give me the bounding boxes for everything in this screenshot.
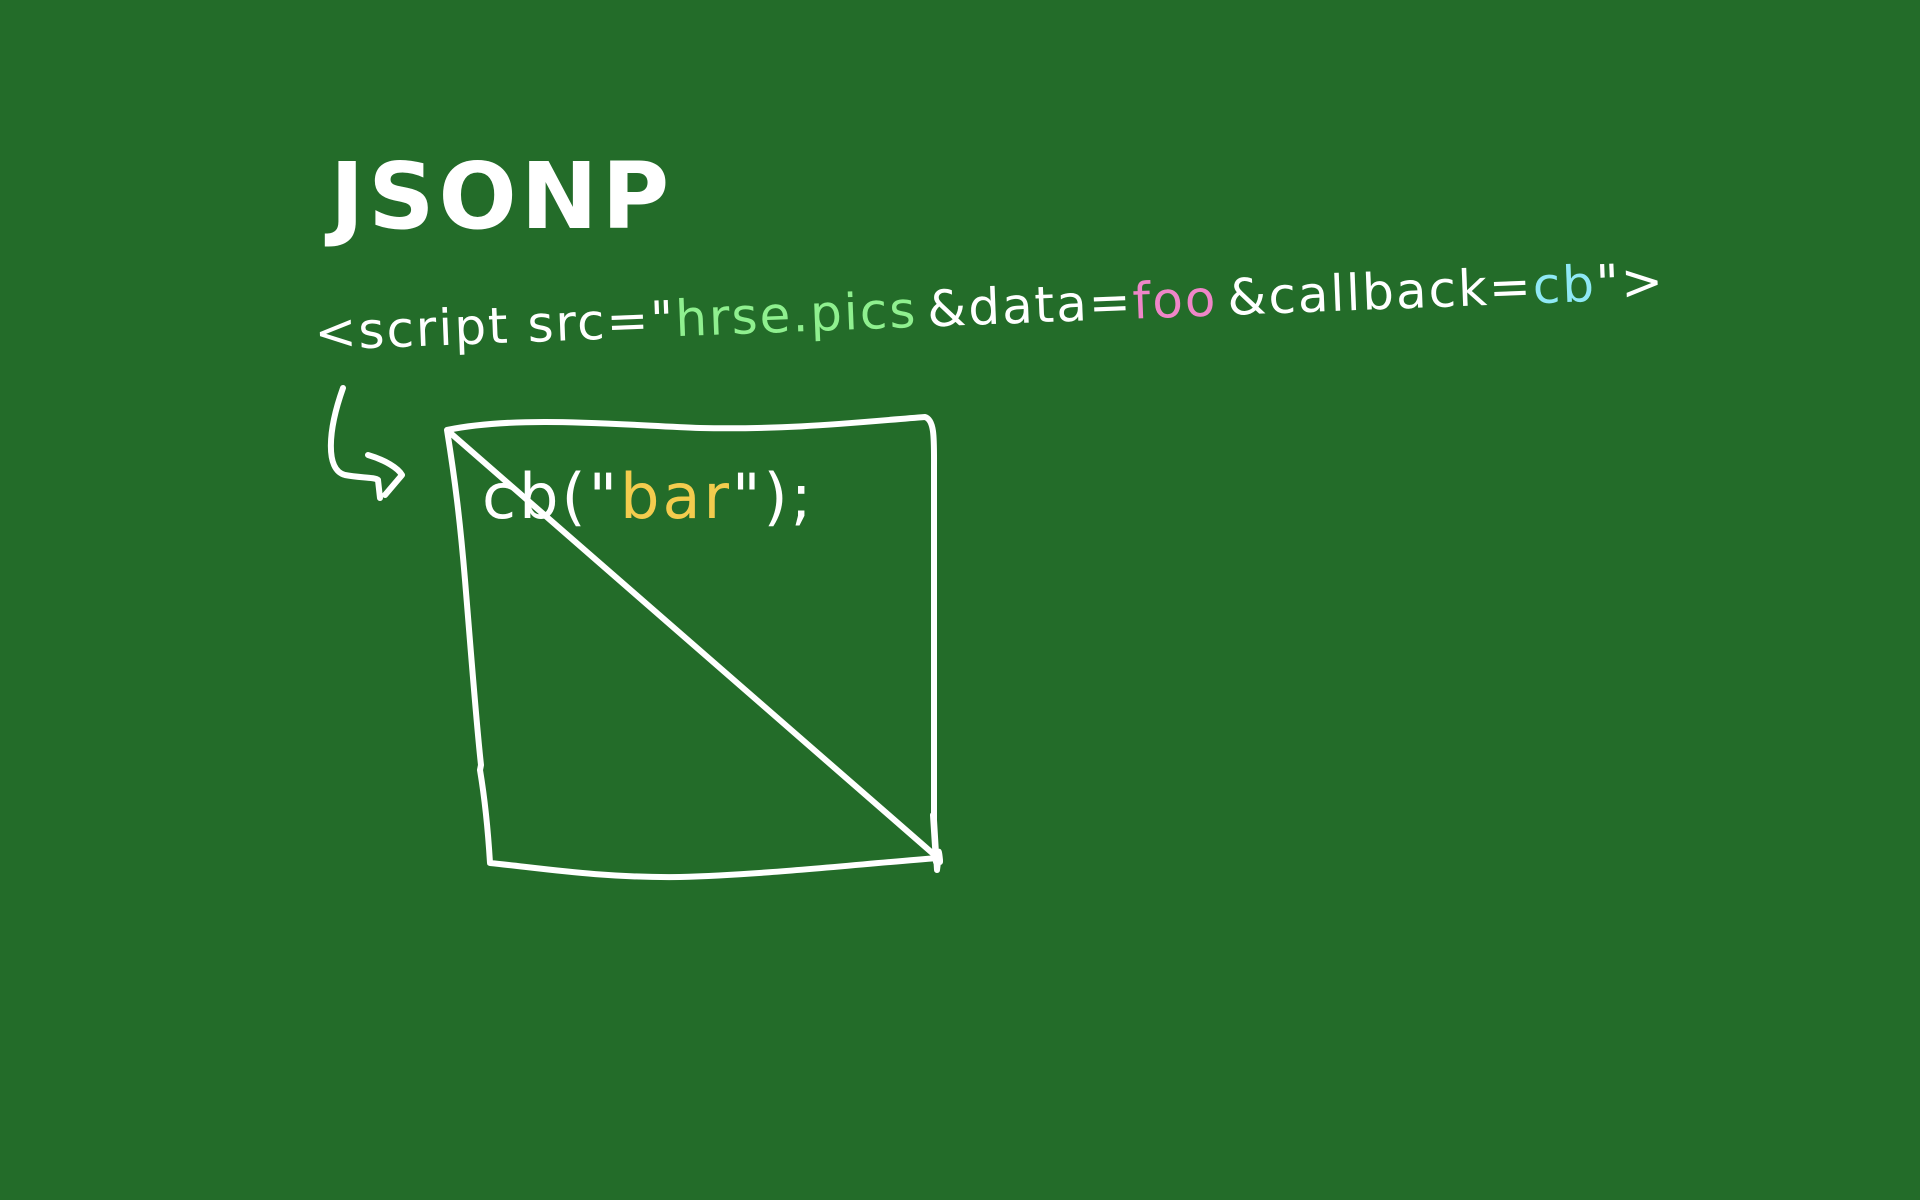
script-amp-1: &	[926, 279, 969, 339]
script-callback-value: cb	[1532, 255, 1597, 315]
script-data-key: data=	[967, 273, 1134, 337]
script-callback-key: callback=	[1267, 257, 1534, 325]
chalkboard: JSONP <script src="hrse.pics &data=foo &ca…	[0, 0, 1920, 1200]
script-src-host: hrse.pics	[674, 281, 918, 348]
diagram-title: JSONP	[324, 143, 673, 250]
curved-arrow-icon	[327, 385, 405, 501]
script-tag-line: <script src="hrse.pics &data=foo &callback…	[313, 252, 1665, 362]
script-amp-2: &	[1226, 267, 1269, 327]
diagram-canvas: JSONP <script src="hrse.pics &data=foo &ca…	[313, 143, 1666, 881]
response-value: bar	[620, 460, 732, 533]
script-tag-open: <script src="	[313, 290, 676, 362]
response-code: cb("bar");	[482, 460, 815, 533]
script-tag-text: <script src="hrse.pics &data=foo &callback…	[313, 252, 1665, 362]
script-data-value: foo	[1131, 269, 1218, 330]
response-suffix: ");	[732, 460, 815, 533]
script-tag-close: ">	[1595, 252, 1666, 313]
response-prefix: cb("	[482, 460, 620, 533]
